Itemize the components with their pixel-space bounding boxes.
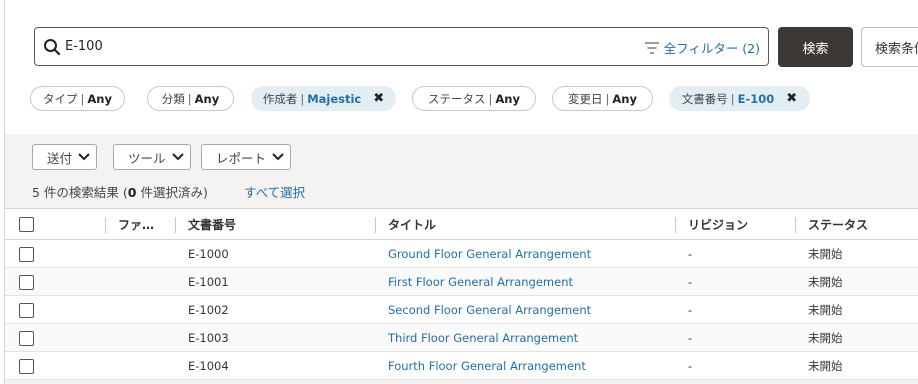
search-input[interactable]: E-100 xyxy=(65,39,103,54)
chip-label: 変更日 xyxy=(568,91,603,106)
cell-status: 未開始 xyxy=(808,275,843,289)
result-count-prefix: 件の検索結果 ( xyxy=(39,185,128,200)
result-count-number: 5 xyxy=(32,185,40,200)
table-row[interactable]: E-1003 Third Floor General Arrangement -… xyxy=(5,324,918,352)
row-checkbox[interactable] xyxy=(19,330,34,346)
close-icon[interactable]: ✖ xyxy=(786,91,797,106)
chevron-down-icon xyxy=(171,153,184,161)
chevron-down-icon xyxy=(78,153,90,161)
cell-title-link[interactable]: Third Floor General Arrangement xyxy=(388,324,578,352)
chevron-down-icon xyxy=(272,153,284,161)
cell-doc-number: E-1004 xyxy=(188,359,229,373)
chip-label: 文書番号 xyxy=(681,91,728,106)
chip-label: ステータス xyxy=(428,91,486,106)
table-row[interactable]: E-1004 Fourth Floor General Arrangement … xyxy=(5,352,918,380)
select-all-checkbox[interactable] xyxy=(19,209,34,240)
chip-value: Any xyxy=(495,91,520,106)
chip-status[interactable]: ステータス | Any xyxy=(412,86,536,111)
close-icon[interactable]: ✖ xyxy=(373,91,384,106)
send-label: 送付 xyxy=(47,150,73,166)
column-header-title[interactable]: タイトル xyxy=(388,209,436,240)
row-checkbox[interactable] xyxy=(19,302,34,318)
cell-revision: - xyxy=(688,331,693,345)
column-divider[interactable] xyxy=(675,217,676,233)
cell-doc-number: E-1002 xyxy=(188,303,229,317)
row-checkbox[interactable] xyxy=(19,246,34,262)
report-menu-button[interactable]: レポート xyxy=(201,144,292,170)
column-divider[interactable] xyxy=(375,217,376,233)
chip-value: Majestic xyxy=(307,91,362,106)
report-label: レポート xyxy=(216,150,267,166)
cell-title-link[interactable]: First Floor General Arrangement xyxy=(388,268,573,296)
result-count-suffix: 件選択済み) xyxy=(136,185,208,200)
search-input-container[interactable]: E-100 全フィルター (2) xyxy=(34,27,769,66)
table-row[interactable]: E-1000 Ground Floor General Arrangement … xyxy=(5,240,918,268)
chip-value: Any xyxy=(612,91,637,106)
row-checkbox[interactable] xyxy=(19,358,34,374)
results-table: ファ… 文書番号 タイトル リビジョン ステータス E-1000 Ground … xyxy=(5,208,918,380)
tools-menu-button[interactable]: ツール xyxy=(113,144,191,170)
column-header-file[interactable]: ファ… xyxy=(118,209,154,240)
search-page: E-100 全フィルター (2) 検索 検索条件 タイプ|Any 分類|Any … xyxy=(4,0,918,384)
cell-status: 未開始 xyxy=(808,359,843,373)
checkbox-icon[interactable] xyxy=(19,217,34,232)
column-header-doc-number[interactable]: 文書番号 xyxy=(188,209,236,240)
table-row[interactable]: E-1002 Second Floor General Arrangement … xyxy=(5,296,918,324)
column-header-status[interactable]: ステータス xyxy=(808,209,868,240)
chip-modified-date[interactable]: 変更日 | Any xyxy=(552,86,653,111)
search-button[interactable]: 検索 xyxy=(778,27,853,67)
cell-status: 未開始 xyxy=(808,247,843,261)
cell-doc-number: E-1001 xyxy=(188,275,229,289)
column-divider[interactable] xyxy=(105,217,106,233)
chip-label: 作成者 xyxy=(262,91,298,106)
table-header: ファ… 文書番号 タイトル リビジョン ステータス xyxy=(5,208,918,240)
cell-title-link[interactable]: Ground Floor General Arrangement xyxy=(388,240,591,268)
filter-lines-icon xyxy=(644,41,659,54)
send-menu-button[interactable]: 送付 xyxy=(32,144,98,170)
search-icon xyxy=(44,39,61,56)
chip-label: タイプ xyxy=(43,91,78,106)
cell-doc-number: E-1000 xyxy=(188,247,229,261)
table-body: E-1000 Ground Floor General Arrangement … xyxy=(5,240,918,380)
chip-category[interactable]: 分類 | Any xyxy=(147,86,234,111)
row-checkbox[interactable] xyxy=(19,274,34,290)
chip-value: E-100 xyxy=(737,91,775,106)
chip-label: 分類 xyxy=(161,91,185,106)
cell-revision: - xyxy=(688,303,693,317)
chip-value: Any xyxy=(87,91,112,106)
table-row[interactable]: E-1001 First Floor General Arrangement -… xyxy=(5,268,918,296)
result-count: 5 件の検索結果 (0 件選択済み) xyxy=(32,182,208,201)
all-filters-label: 全フィルター (2) xyxy=(663,41,760,56)
chip-author[interactable]: 作成者 | Majestic ✖ xyxy=(251,86,396,111)
column-divider[interactable] xyxy=(175,217,176,233)
chip-type[interactable]: タイプ | Any xyxy=(30,86,125,111)
select-all-link[interactable]: すべて選択 xyxy=(244,182,305,201)
cell-revision: - xyxy=(688,275,693,289)
chip-value: Any xyxy=(194,91,220,106)
tools-label: ツール xyxy=(128,150,166,166)
cell-doc-number: E-1003 xyxy=(188,331,229,345)
cell-title-link[interactable]: Second Floor General Arrangement xyxy=(388,296,591,324)
search-criteria-button[interactable]: 検索条件 xyxy=(861,27,918,67)
cell-status: 未開始 xyxy=(808,303,843,317)
column-divider[interactable] xyxy=(795,217,796,233)
cell-revision: - xyxy=(688,247,693,261)
cell-status: 未開始 xyxy=(808,331,843,345)
chip-document-number[interactable]: 文書番号 | E-100 ✖ xyxy=(669,86,810,111)
cell-title-link[interactable]: Fourth Floor General Arrangement xyxy=(388,352,586,380)
cell-revision: - xyxy=(688,359,693,373)
all-filters-link[interactable]: 全フィルター (2) xyxy=(644,38,760,57)
column-header-revision[interactable]: リビジョン xyxy=(688,209,748,240)
